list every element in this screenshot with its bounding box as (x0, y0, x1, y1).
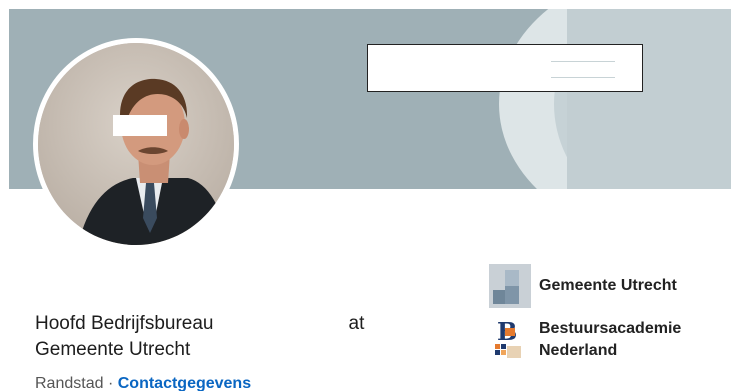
headline-title: Hoofd Bedrijfsbureau (35, 313, 214, 334)
avatar[interactable] (33, 38, 239, 250)
education-bestuursacademie[interactable]: B Bestuursacademie Nederland (489, 317, 682, 362)
bestuursacademie-logo-icon: B (489, 317, 531, 362)
redaction-inner-line (551, 61, 615, 78)
profile-card: Hoofd Bedrijfsbureau at Gemeente Utrecht … (0, 0, 731, 391)
profile-headline: Hoofd Bedrijfsbureau at Gemeente Utrecht (35, 311, 455, 363)
contact-info-link[interactable]: Contactgegevens (118, 375, 251, 391)
face-redaction (113, 115, 167, 136)
experience-gemeente-utrecht[interactable]: Gemeente Utrecht (489, 264, 677, 308)
location-separator: · (107, 375, 114, 391)
profile-photo-graphic (38, 43, 234, 245)
headline-employer: Gemeente Utrecht (35, 339, 191, 360)
org-name: Bestuursacademie Nederland (539, 320, 682, 359)
headline-at: at (348, 313, 365, 334)
redaction-box (367, 44, 643, 92)
profile-photo (38, 43, 234, 245)
banner-panel-right (567, 9, 731, 189)
gemeente-utrecht-logo-icon (489, 264, 531, 308)
org-name: Gemeente Utrecht (539, 277, 677, 294)
location-line: Randstad · Contactgegevens (35, 374, 251, 391)
location-text: Randstad (35, 375, 104, 391)
